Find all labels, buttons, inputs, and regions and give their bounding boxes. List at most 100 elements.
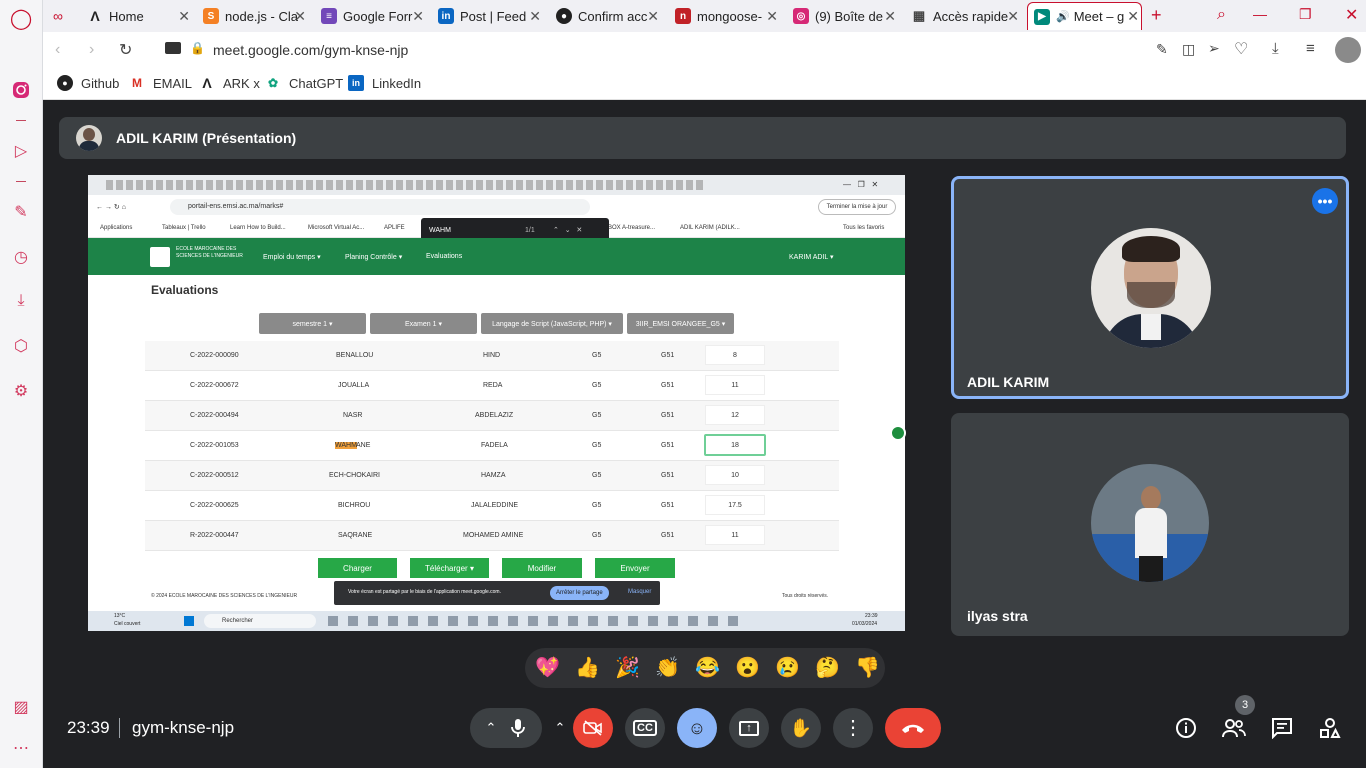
more-options-button[interactable]: ⋮ — [833, 708, 873, 748]
restore-icon[interactable]: ❐ — [1299, 6, 1312, 23]
close-icon[interactable]: ✕ — [294, 8, 306, 25]
inner-window-controls: — ❐ ✕ — [843, 180, 879, 189]
inner-nav-item: Emploi du temps ▾ — [263, 254, 321, 261]
mic-control[interactable]: ⌃ — [470, 708, 542, 748]
raise-hand-button[interactable]: ✋ — [781, 708, 821, 748]
reaction-surprised[interactable]: 😮 — [735, 655, 760, 680]
hang-up-icon — [902, 724, 924, 733]
close-icon[interactable]: ✕ — [529, 8, 541, 25]
chevron-up-icon[interactable]: ⌃ — [486, 720, 497, 736]
reaction-laugh[interactable]: 😂 — [695, 655, 720, 680]
chat-icon[interactable] — [1268, 714, 1296, 742]
close-icon[interactable]: ✕ — [1127, 8, 1139, 25]
close-window-icon[interactable]: ✕ — [1345, 5, 1358, 25]
tab-google-forms[interactable]: ≡ Google Forr ✕ — [321, 2, 426, 30]
back-icon[interactable]: ‹ — [55, 41, 60, 59]
close-icon[interactable]: ✕ — [766, 8, 778, 25]
close-icon[interactable]: ✕ — [647, 8, 659, 25]
google-forms-icon: ≡ — [321, 8, 337, 24]
history-icon[interactable]: ◷ — [11, 247, 31, 267]
tab-npm[interactable]: n mongoose- ✕ — [675, 2, 780, 30]
captions-button[interactable]: CC — [625, 708, 665, 748]
settings-icon[interactable]: ⚙ — [11, 381, 31, 401]
reaction-heart[interactable]: 💖 — [535, 655, 560, 680]
edit-icon[interactable]: ✎ — [1156, 41, 1168, 58]
reload-icon[interactable]: ↻ — [119, 40, 132, 60]
chevron-up-icon[interactable]: ⌃ — [555, 720, 566, 736]
tab-linkedin[interactable]: in Post | Feed ✕ — [438, 2, 543, 30]
find-count: 1/1 — [525, 227, 535, 234]
opera-logo-icon[interactable]: ◯ — [10, 8, 32, 30]
inner-nav-item: Evaluations — [426, 253, 463, 260]
reaction-clap[interactable]: 👏 — [655, 655, 680, 680]
more-icon[interactable]: ⋯ — [11, 738, 31, 758]
inner-bookmark: ADIL KARIM (ADILK... — [680, 225, 740, 231]
inner-bookmark: Tableaux | Trello — [162, 225, 206, 231]
inner-download-button: Télécharger ▾ — [410, 558, 489, 578]
tab-island-icon[interactable]: ∞ — [53, 8, 63, 24]
camera-off-icon[interactable] — [573, 708, 614, 748]
profile-avatar[interactable] — [1335, 37, 1361, 63]
tab-github[interactable]: ● Confirm acc ✕ — [556, 2, 661, 30]
instagram-icon[interactable] — [11, 80, 31, 100]
participant-tile-ilyas[interactable]: ilyas stra — [951, 413, 1349, 636]
tab-stackoverflow[interactable]: Snode.js - Cla ✕ — [203, 2, 308, 30]
downloads-icon[interactable]: ⤓ — [11, 291, 31, 311]
participant-tile-adil[interactable]: ADIL KARIM ••• — [951, 176, 1349, 399]
reaction-sad[interactable]: 😢 — [775, 655, 800, 680]
meeting-info-icon[interactable] — [1172, 714, 1200, 742]
tab-home[interactable]: Λ Home ✕ — [87, 2, 192, 30]
bookmark-email[interactable]: M EMAIL — [129, 75, 192, 91]
new-tab-icon[interactable]: + — [1151, 5, 1162, 26]
close-icon[interactable]: ✕ — [1007, 8, 1019, 25]
close-icon[interactable]: ✕ — [178, 8, 190, 25]
minimize-icon[interactable]: — — [1253, 6, 1267, 22]
meeting-time: 23:39 — [67, 718, 110, 737]
tab-instagram[interactable]: ◎ (9) Boîte de ✕ — [793, 2, 898, 30]
reaction-thumbs-down[interactable]: 👎 — [855, 655, 880, 680]
url-input[interactable] — [213, 39, 913, 61]
bookmark-chatgpt[interactable]: ✿ ChatGPT — [265, 75, 343, 91]
shared-screen[interactable]: — ❐ ✕ ← → ↻ ⌂ portail-ens.emsi.ac.ma/mar… — [88, 175, 905, 631]
snapshot-icon[interactable]: ◫ — [1182, 41, 1195, 58]
camera-icon[interactable] — [165, 42, 181, 54]
tab-meet[interactable]: ▶ 🔊 Meet – g ✕ — [1027, 2, 1142, 30]
download-icon[interactable]: ⤓ — [1272, 40, 1279, 57]
cell-last-name: ECH-CHOKAIRI — [329, 472, 380, 479]
lock-icon[interactable]: 🔒 — [190, 41, 205, 55]
cell-subgroup: G51 — [661, 352, 675, 359]
inner-update-button: Terminer la mise à jour — [818, 199, 896, 215]
extensions-icon[interactable]: ⬡ — [11, 336, 31, 356]
cell-id: C-2022-001053 — [190, 442, 239, 449]
cell-id: C-2022-000090 — [190, 352, 239, 359]
tab-label: Google Forr — [343, 8, 413, 24]
heart-icon[interactable]: ♡ — [1234, 39, 1248, 59]
reaction-party[interactable]: 🎉 — [615, 655, 640, 680]
present-button[interactable]: ↑ — [729, 708, 769, 748]
activities-icon[interactable] — [1316, 714, 1344, 742]
bookmark-linkedin[interactable]: in LinkedIn — [348, 75, 421, 91]
pinboard-icon[interactable]: ✎ — [11, 202, 31, 222]
emoji-button[interactable]: ☺ — [677, 708, 717, 748]
leave-call-button[interactable] — [885, 708, 941, 748]
people-icon[interactable] — [1220, 714, 1248, 742]
close-icon[interactable]: ✕ — [884, 8, 896, 25]
close-icon[interactable]: ✕ — [412, 8, 424, 25]
reaction-thumbs-up[interactable]: 👍 — [575, 655, 600, 680]
reaction-thinking[interactable]: 🤔 — [815, 655, 840, 680]
gallery-icon[interactable]: ▨ — [11, 697, 31, 717]
cell-mark: 10 — [705, 465, 765, 485]
bookmark-ark[interactable]: Λ ARK x — [199, 75, 260, 91]
search-tabs-icon[interactable]: ⌕ — [1217, 6, 1226, 24]
easy-setup-icon[interactable]: ≡ — [1306, 40, 1315, 57]
bookmark-label: LinkedIn — [372, 75, 422, 91]
forward-icon[interactable]: › — [89, 41, 94, 59]
bookmark-github[interactable]: ● Github — [57, 75, 119, 91]
inner-address-bar: ← → ↻ ⌂ portail-ens.emsi.ac.ma/marks# Te… — [88, 195, 905, 219]
cell-last-name: ANE — [356, 442, 371, 449]
camera-control[interactable]: ⌃ — [548, 708, 620, 748]
send-icon[interactable]: ➢ — [1208, 40, 1220, 57]
player-icon[interactable]: ▷ — [11, 141, 31, 161]
tab-speed-dial[interactable]: ▦ Accès rapide ✕ — [911, 2, 1021, 30]
more-options-icon[interactable]: ••• — [1312, 188, 1338, 214]
